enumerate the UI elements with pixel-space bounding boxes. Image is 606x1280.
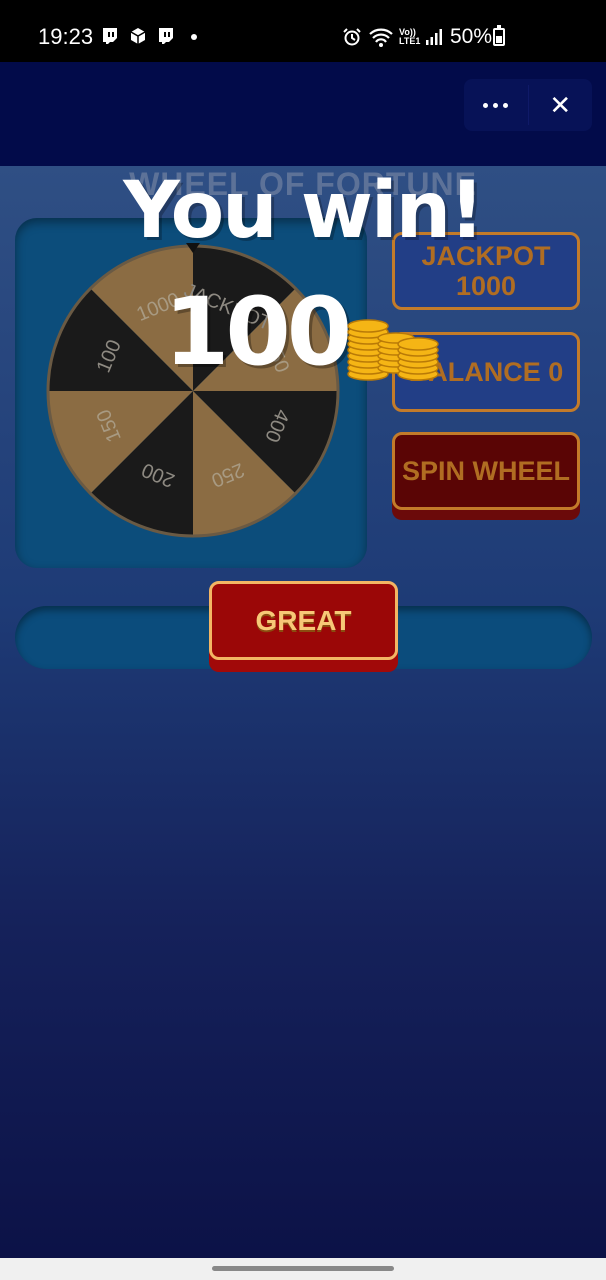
win-headline: You win! — [123, 166, 485, 256]
alarm-icon — [343, 28, 361, 46]
more-horizontal-icon — [483, 102, 509, 108]
close-icon: ✕ — [549, 89, 572, 120]
great-button[interactable]: GREAT — [209, 581, 398, 660]
win-amount: 100 — [164, 278, 352, 387]
dot-icon — [191, 34, 197, 40]
signal-icon — [426, 29, 442, 45]
twitch-icon — [159, 28, 173, 44]
notification-icons — [100, 26, 204, 46]
app-bar-actions: ✕ — [464, 79, 592, 131]
coins-icon — [347, 319, 439, 381]
great-label: GREAT — [255, 604, 352, 636]
spin-wheel-button[interactable]: SPIN WHEEL — [392, 432, 580, 510]
twitch-icon — [103, 28, 117, 44]
navigation-bar — [0, 1258, 606, 1280]
home-gesture-handle[interactable] — [212, 1266, 394, 1271]
close-button[interactable]: ✕ — [529, 79, 593, 131]
battery-percent: 50% — [450, 25, 493, 48]
wheel-panel: JACKPOT 750 400 250 200 150 100 1000 — [15, 218, 367, 568]
volte-icon: Vo)) LTE1 — [399, 27, 421, 46]
more-button[interactable] — [464, 79, 528, 131]
app-bar: ✕ — [0, 62, 606, 166]
spin-wheel-label: SPIN WHEEL — [401, 455, 570, 486]
game-area: WHEEL OF FORTUNE JACKPOT 750 400 250 200 150 1… — [0, 166, 606, 1258]
battery-icon — [493, 25, 505, 46]
wifi-icon — [369, 28, 393, 47]
box-icon — [130, 28, 146, 44]
status-time: 19:23 — [38, 24, 94, 49]
